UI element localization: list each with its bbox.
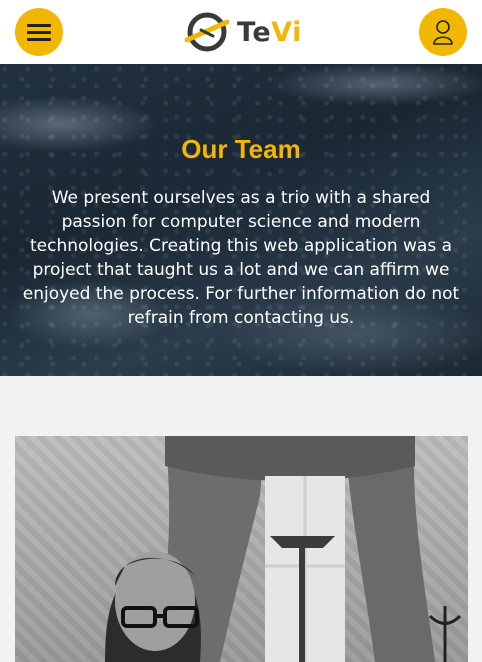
team-description: We present ourselves as a trio with a sh…: [22, 188, 460, 328]
logo-text-primary: Te: [237, 16, 272, 48]
logo-text: TeVi: [237, 17, 302, 48]
logo-text-accent: Vi: [271, 16, 302, 48]
page-title: Our Team: [181, 134, 301, 164]
team-member-photo: [15, 436, 468, 662]
user-button[interactable]: [419, 8, 467, 56]
user-icon: [433, 20, 453, 45]
globe-plane-icon: [184, 12, 230, 52]
hero-section: Our Team We present ourselves as a trio …: [0, 64, 482, 376]
logo[interactable]: TeVi: [183, 10, 302, 54]
menu-button[interactable]: [15, 8, 63, 56]
top-navbar: TeVi: [0, 0, 482, 64]
photo-illustration: [105, 436, 462, 662]
hamburger-menu-icon: [27, 20, 51, 45]
